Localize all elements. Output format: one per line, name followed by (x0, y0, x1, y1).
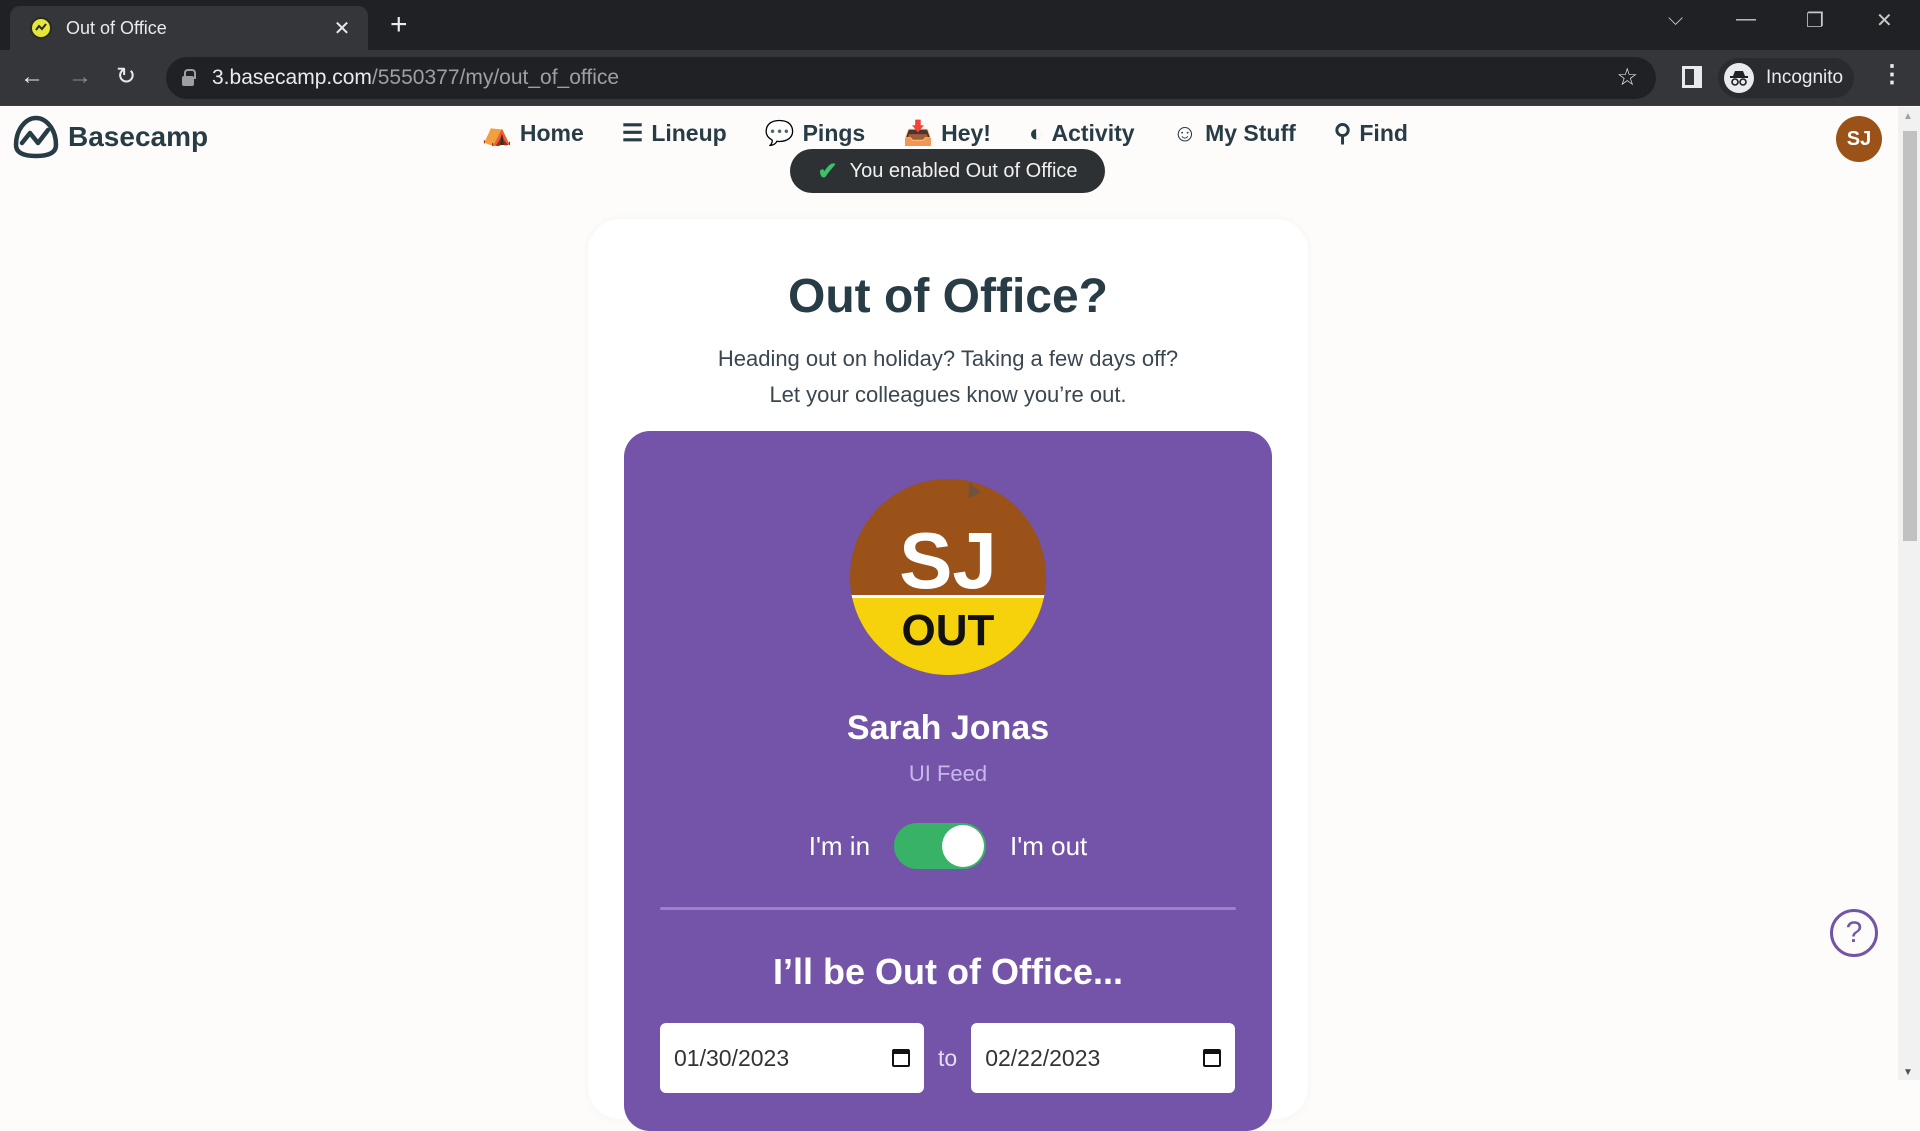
ooo-panel: SJ OUT Sarah Jonas UI Feed I'm in I'm ou… (624, 431, 1272, 1131)
browser-tab[interactable]: Out of Office ✕ (10, 6, 368, 50)
tab-close-icon[interactable]: ✕ (330, 16, 354, 41)
nav-home[interactable]: ⛺ Home (482, 119, 584, 148)
end-date-input[interactable]: 02/22/2023 (971, 1023, 1236, 1093)
page: Basecamp ⛺ Home ☰ Lineup 💬 Pings 📥 Hey! ◐ Act… (0, 107, 1898, 1131)
incognito-profile-button[interactable]: Incognito (1718, 58, 1854, 98)
date-range: 01/30/2023 to 02/22/2023 (660, 1023, 1236, 1093)
restore-icon[interactable]: ❐ (1806, 8, 1824, 33)
basecamp-favicon-icon (30, 17, 52, 39)
tab-title: Out of Office (66, 17, 167, 38)
page-subtitle: Heading out on holiday? Taking a few day… (588, 341, 1308, 413)
pings-chat-icon: 💬 (764, 120, 795, 147)
inbox-tray-icon: 📥 (903, 120, 934, 147)
calendar-icon[interactable] (1203, 1049, 1222, 1067)
nav-label: Find (1359, 120, 1408, 146)
back-icon[interactable]: ← (20, 62, 44, 92)
activity-half-circle-icon: ◐ (1028, 119, 1044, 147)
incognito-icon (1724, 63, 1754, 93)
basecamp-logo-icon (13, 115, 59, 159)
nav-activity[interactable]: ◐ Activity (1029, 119, 1135, 148)
out-badge: OUT (850, 595, 1046, 675)
nav-label: Pings (802, 120, 866, 146)
minimize-icon[interactable]: — (1736, 8, 1756, 31)
end-date-value: 02/22/2023 (985, 1044, 1101, 1071)
basecamp-logo[interactable]: Basecamp (12, 115, 208, 159)
profile-avatar-out: SJ OUT (850, 479, 1046, 675)
nav-my-stuff[interactable]: ☺ My Stuff (1173, 119, 1296, 148)
start-date-input[interactable]: 01/30/2023 (660, 1023, 924, 1093)
lock-icon (182, 69, 196, 86)
checkmark-icon: ✔ (817, 157, 838, 185)
nav-label: Hey! (941, 120, 991, 146)
window-close-icon[interactable]: ✕ (1876, 8, 1893, 33)
divider (660, 907, 1236, 910)
reload-icon[interactable]: ↻ (116, 62, 136, 92)
search-icon: ⚲ (1333, 120, 1352, 147)
help-button[interactable]: ? (1830, 909, 1878, 957)
user-avatar[interactable]: SJ (1836, 116, 1882, 162)
address-bar[interactable]: 3.basecamp.com/5550377/my/out_of_office … (166, 57, 1656, 99)
top-navigation: ⛺ Home ☰ Lineup 💬 Pings 📥 Hey! ◐ Activity ☺ My… (482, 119, 1408, 148)
tab-list-icon[interactable]: ⌵ (1668, 8, 1683, 31)
browser-toolbar: ← → ↻ 3.basecamp.com/5550377/my/out_of_o… (0, 50, 1920, 106)
in-out-toggle-row: I'm in I'm out (624, 823, 1272, 869)
lineup-icon: ☰ (621, 120, 644, 147)
calendar-icon[interactable] (892, 1049, 910, 1067)
bookmark-star-icon[interactable]: ☆ (1616, 63, 1638, 92)
forward-icon[interactable]: → (68, 62, 92, 92)
avatar-initials: SJ (899, 516, 997, 605)
side-panel-icon[interactable] (1682, 66, 1702, 88)
ooo-period-heading: I’ll be Out of Office... (772, 951, 1123, 992)
scroll-down-arrow-icon[interactable]: ▼ (1903, 1067, 1913, 1078)
start-date-value: 01/30/2023 (674, 1044, 790, 1071)
url-host: 3.basecamp.com (212, 66, 372, 89)
scroll-up-arrow-icon[interactable]: ▲ (1903, 111, 1913, 122)
home-icon: ⛺ (482, 120, 512, 147)
out-of-office-card: Out of Office? Heading out on holiday? T… (588, 219, 1308, 1131)
url-path: /5550377/my/out_of_office (371, 66, 620, 89)
subtitle-line-1: Heading out on holiday? Taking a few day… (717, 346, 1179, 371)
nav-label: Home (519, 120, 584, 146)
nav-lineup[interactable]: ☰ Lineup (622, 119, 727, 148)
out-badge-label: OUT (901, 606, 995, 655)
subtitle-line-2: Let your colleagues know you’re out. (769, 382, 1127, 407)
nav-hey[interactable]: 📥 Hey! (903, 119, 991, 148)
im-out-label: I'm out (1010, 830, 1088, 861)
page-scrollbar[interactable]: ▲ ▼ (1898, 107, 1920, 1080)
url-text: 3.basecamp.com/5550377/my/out_of_office (212, 66, 619, 90)
page-title: Out of Office? (788, 270, 1108, 323)
person-team: UI Feed (908, 761, 988, 786)
nav-label: My Stuff (1205, 120, 1296, 146)
toggle-knob (942, 825, 985, 867)
im-in-label: I'm in (808, 830, 871, 861)
nav-label: Lineup (651, 120, 727, 146)
out-of-office-toggle[interactable] (894, 823, 987, 869)
browser-tab-bar: Out of Office ✕ + ⌵ — ❐ ✕ (0, 0, 1920, 50)
scrollbar-thumb[interactable] (1903, 131, 1917, 541)
logo-text: Basecamp (68, 121, 209, 152)
toast-message: You enabled Out of Office (849, 159, 1078, 182)
browser-menu-icon[interactable]: ⋮ (1880, 60, 1904, 89)
nav-pings[interactable]: 💬 Pings (765, 119, 866, 148)
nav-label: Activity (1051, 120, 1135, 146)
new-tab-button[interactable]: + (390, 10, 408, 40)
success-toast: ✔ You enabled Out of Office (790, 149, 1105, 193)
nav-find[interactable]: ⚲ Find (1334, 119, 1408, 148)
person-name: Sarah Jonas (846, 709, 1050, 747)
incognito-label: Incognito (1766, 67, 1844, 88)
date-separator: to (938, 1044, 958, 1071)
smiley-icon: ☺ (1172, 119, 1198, 147)
